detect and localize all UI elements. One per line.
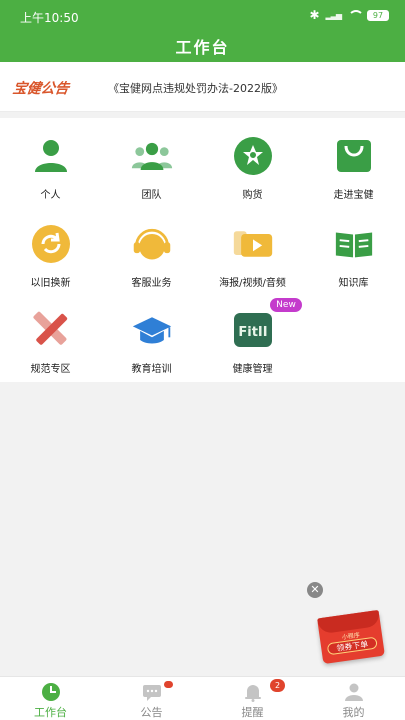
ruler-pencil-icon: [30, 310, 72, 350]
bluetooth-icon: ✱: [309, 8, 320, 22]
dashboard-icon: [42, 683, 60, 701]
grid-item-media[interactable]: 海报/视频/音频: [202, 206, 303, 292]
fit-icon-text: FitII: [238, 325, 267, 340]
grid-item-knowledge-base[interactable]: 知识库: [303, 206, 404, 292]
status-time: 上午10:50: [20, 11, 79, 25]
grid-item-purchase[interactable]: 购货: [202, 118, 303, 204]
notice-bar[interactable]: 宝健公告 《宝健网点违规处罚办法-2022版》: [0, 62, 405, 112]
grid-item-label: 团队: [141, 190, 162, 201]
message-icon: [143, 685, 161, 701]
tab-label: 公告: [140, 706, 163, 719]
app-header: 上午10:50 ✱ ▂▃▅ 97 工作台: [0, 0, 405, 62]
tab-workbench[interactable]: 工作台: [0, 677, 101, 720]
grid-item-trade-in[interactable]: 以旧换新: [0, 206, 101, 292]
battery-icon: 97: [367, 9, 389, 21]
bell-icon: [245, 685, 261, 702]
graduation-cap-icon: [131, 310, 173, 350]
unread-dot: [164, 681, 173, 688]
status-icons: ✱ ▂▃▅ 97: [309, 9, 389, 21]
person-icon: [30, 136, 72, 176]
notice-text[interactable]: 《宝健网点违规处罚办法-2022版》: [108, 80, 283, 96]
grid-item-label: 以旧换新: [30, 278, 71, 289]
grid-item-label: 规范专区: [30, 364, 71, 375]
reminder-count-badge: 2: [270, 679, 285, 692]
exchange-icon: [30, 224, 72, 264]
team-icon: [131, 136, 173, 176]
shopping-icon: [232, 136, 274, 176]
grid-item-label: 购货: [242, 190, 263, 201]
status-bar: 上午10:50 ✱ ▂▃▅ 97: [0, 0, 405, 32]
signal-icon: ▂▃▅: [325, 10, 343, 20]
grid-item-customer-service[interactable]: 客服业务: [101, 206, 202, 292]
shopping-bag-icon: [333, 136, 375, 176]
book-icon: [333, 224, 375, 264]
grid-item-about[interactable]: 走进宝健: [303, 118, 404, 204]
grid-item-label: 教育培训: [131, 364, 172, 375]
tab-announcements[interactable]: 公告: [101, 677, 202, 720]
grid-item-education[interactable]: 教育培训: [101, 292, 202, 378]
new-badge: New: [270, 298, 302, 312]
grid-item-personal[interactable]: 个人: [0, 118, 101, 204]
tab-profile[interactable]: 我的: [303, 677, 404, 720]
profile-icon: [345, 683, 363, 701]
grid-item-label: 知识库: [338, 278, 369, 289]
close-promo-button[interactable]: ✕: [307, 582, 323, 598]
grid-item-regulations[interactable]: 规范专区: [0, 292, 101, 378]
tab-label: 我的: [342, 706, 365, 719]
grid-item-label: 海报/视频/音频: [219, 278, 286, 289]
bottom-tab-bar: 工作台 公告 提醒 2 我的: [0, 676, 405, 720]
grid-item-label: 个人: [40, 190, 61, 201]
red-envelope-icon: 小程序 领券下单: [317, 609, 385, 665]
headset-icon: [131, 224, 173, 264]
wifi-icon: [347, 9, 364, 21]
grid-item-label: 健康管理: [232, 364, 273, 375]
tab-label: 工作台: [34, 706, 67, 719]
tab-reminders[interactable]: 提醒: [202, 677, 303, 720]
media-icon: [232, 224, 274, 264]
function-grid: 个人 团队 购货 走进宝健 以旧换新 客服业务 海报/视频/音频 知识库 规范专…: [0, 118, 405, 382]
tab-label: 提醒: [241, 706, 264, 719]
fit-icon: FitII: [232, 310, 274, 350]
grid-item-label: 走进宝健: [333, 190, 374, 201]
grid-item-team[interactable]: 团队: [101, 118, 202, 204]
notice-logo: 宝健公告: [11, 81, 70, 97]
page-title: 工作台: [175, 38, 230, 57]
grid-item-health[interactable]: FitII New 健康管理: [202, 292, 303, 378]
grid-item-label: 客服业务: [131, 278, 172, 289]
promo-red-envelope[interactable]: 小程序 领券下单: [317, 609, 385, 665]
